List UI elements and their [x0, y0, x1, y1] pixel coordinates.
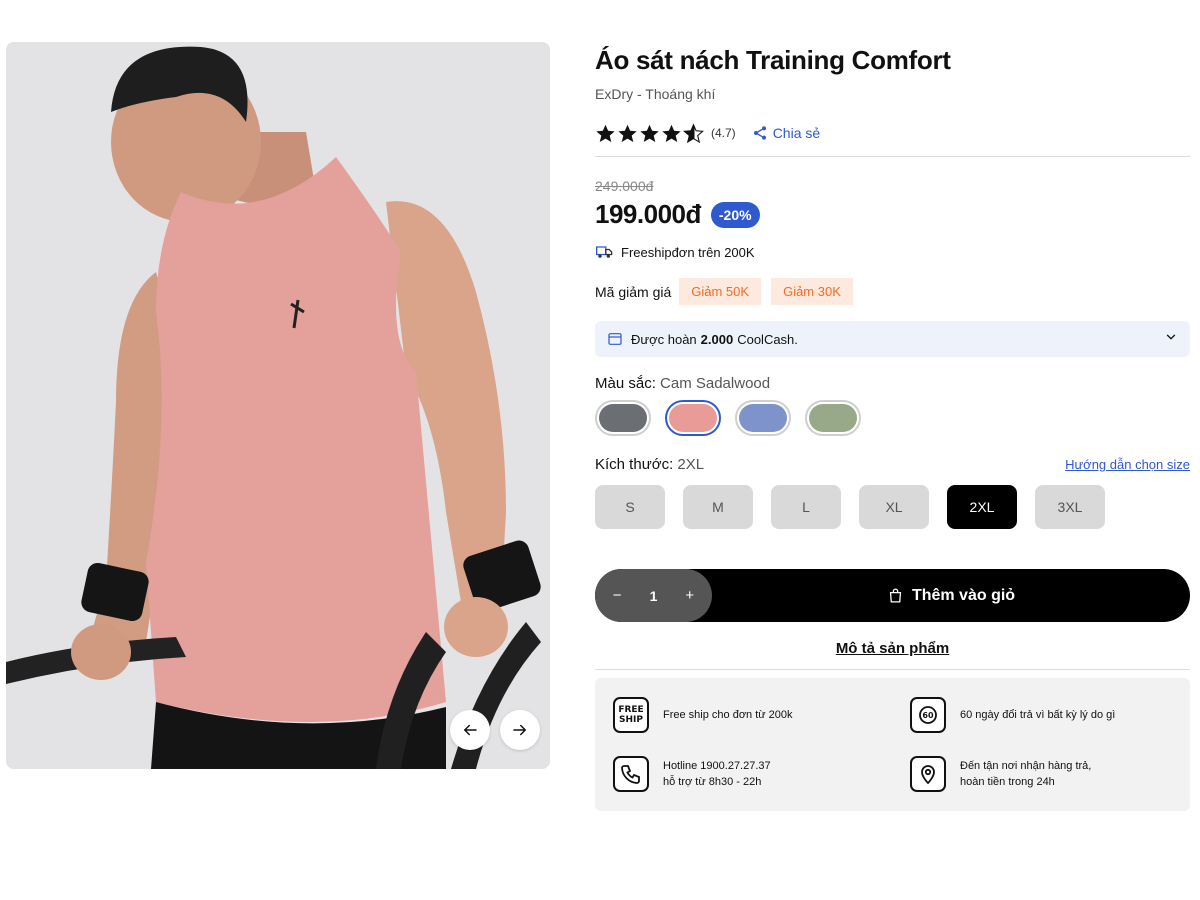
- rating-value: (4.7): [711, 126, 736, 140]
- color-selected: Cam Sadalwood: [660, 375, 771, 392]
- policy-item: Hotline 1900.27.27.37 hỗ trợ từ 8h30 - 2…: [613, 752, 910, 798]
- size-option[interactable]: 2XL: [947, 485, 1017, 529]
- size-option[interactable]: S: [595, 485, 665, 529]
- product-photo: [6, 42, 550, 769]
- size-guide-link[interactable]: Hướng dẫn chọn size: [1065, 457, 1190, 472]
- gallery-prev-button[interactable]: [450, 710, 490, 750]
- coolcash-banner[interactable]: Được hoàn 2.000 CoolCash.: [595, 321, 1190, 357]
- coolcash-amount: 2.000: [700, 331, 734, 347]
- product-info: Áo sát nách Training Comfort ExDry - Tho…: [595, 40, 1190, 811]
- price-row: 199.000đ -20%: [595, 199, 1190, 230]
- policy-text: Đến tận nơi nhận hàng trả, hoàn tiền tro…: [960, 758, 1091, 790]
- swatch-fill: [599, 404, 647, 432]
- rating-row: (4.7) Chia sẻ: [595, 118, 1190, 148]
- star-icon: [596, 124, 615, 142]
- voucher-label: Mã giảm giá: [595, 283, 672, 300]
- policy-line: 60 ngày đổi trả vì bất kỳ lý do gì: [960, 708, 1116, 721]
- swatch-fill: [739, 404, 787, 432]
- color-swatches: [595, 400, 1190, 436]
- star-icon: [618, 124, 637, 142]
- voucher-row: Mã giảm giá Giảm 50K Giảm 30K: [595, 278, 1190, 305]
- quantity-increase-button[interactable]: +: [678, 587, 702, 604]
- current-price: 199.000đ: [595, 199, 701, 229]
- policy-item: 60 60 ngày đổi trả vì bất kỳ lý do gì: [910, 692, 1172, 738]
- freeship-text: Freeshipđơn trên 200K: [621, 244, 755, 260]
- swatch-fill: [669, 404, 717, 432]
- color-swatch[interactable]: [805, 400, 861, 436]
- wallet-icon: [608, 333, 622, 345]
- arrow-right-icon: [513, 724, 526, 736]
- color-swatch[interactable]: [735, 400, 791, 436]
- coolcash-prefix: Được hoàn: [631, 331, 697, 347]
- quantity-stepper: − 1 +: [595, 569, 712, 622]
- color-label: Màu sắc:: [595, 375, 656, 392]
- add-to-cart-label: Thêm vào giỏ: [911, 586, 1016, 604]
- divider: [595, 156, 1190, 157]
- size-label: Kích thước:: [595, 456, 674, 473]
- color-swatch[interactable]: [665, 400, 721, 436]
- policy-line: hỗ trợ từ 8h30 - 22h: [663, 776, 762, 789]
- size-selected: 2XL: [677, 456, 705, 473]
- policy-item: Đến tận nơi nhận hàng trả, hoàn tiền tro…: [910, 752, 1172, 798]
- star-icon: [640, 124, 659, 142]
- buy-row: − 1 + Thêm vào giỏ: [595, 569, 1190, 622]
- policy-box: FREE SHIP Free ship cho đơn từ 200k 60 6…: [595, 678, 1190, 811]
- policy-item: FREE SHIP Free ship cho đơn từ 200k: [613, 692, 910, 738]
- size-option[interactable]: M: [683, 485, 753, 529]
- share-icon: [753, 126, 766, 140]
- freeship-note: Freeshipđơn trên 200K: [595, 242, 1190, 262]
- coolcash-text: Được hoàn 2.000 CoolCash.: [607, 331, 798, 347]
- size-header: Kích thước: 2XL Hướng dẫn chọn size: [595, 456, 1190, 473]
- share-button[interactable]: Chia sẻ: [752, 125, 820, 141]
- discount-badge: -20%: [710, 201, 760, 228]
- add-to-cart-button[interactable]: Thêm vào giỏ: [712, 569, 1190, 622]
- rating-stars: [595, 122, 704, 144]
- product-subtitle: ExDry - Thoáng khí: [595, 86, 716, 102]
- size-option[interactable]: L: [771, 485, 841, 529]
- share-label: Chia sẻ: [772, 125, 821, 141]
- return-60-icon-text: 60: [922, 711, 934, 720]
- arrow-left-icon: [464, 724, 477, 736]
- policy-line: Free ship cho đơn từ 200k: [663, 708, 793, 721]
- policy-text: 60 ngày đổi trả vì bất kỳ lý do gì: [960, 707, 1115, 723]
- color-label-row: Màu sắc: Cam Sadalwood: [595, 375, 1190, 392]
- quantity-value[interactable]: 1: [650, 588, 658, 604]
- return-60-icon: 60: [910, 696, 946, 733]
- product-gallery: [6, 42, 550, 769]
- shopping-bag-icon: [889, 588, 902, 603]
- swatch-fill: [809, 404, 857, 432]
- free-ship-icon-text: FREE SHIP: [618, 704, 644, 725]
- product-title: Áo sát nách Training Comfort: [595, 45, 951, 75]
- size-options: S M L XL 2XL 3XL: [595, 485, 1190, 529]
- quantity-decrease-button[interactable]: −: [605, 587, 629, 604]
- star-half-icon: [683, 122, 704, 143]
- policy-text: Hotline 1900.27.27.37 hỗ trợ từ 8h30 - 2…: [663, 758, 771, 790]
- size-option[interactable]: XL: [859, 485, 929, 529]
- free-ship-icon: FREE SHIP: [613, 696, 649, 733]
- chevron-down-icon: [1164, 330, 1178, 349]
- policy-line: Đến tận nơi nhận hàng trả,: [960, 760, 1092, 773]
- voucher-tag[interactable]: Giảm 50K: [679, 278, 762, 305]
- delivery-truck-icon: [596, 246, 613, 258]
- gallery-next-button[interactable]: [500, 710, 540, 750]
- policy-line: hoàn tiền trong 24h: [960, 776, 1055, 789]
- location-icon: [910, 756, 946, 793]
- divider: [595, 669, 1190, 670]
- size-option[interactable]: 3XL: [1035, 485, 1105, 529]
- old-price: 249.000đ: [595, 178, 654, 194]
- phone-icon: [613, 756, 649, 793]
- color-swatch[interactable]: [595, 400, 651, 436]
- product-description-link[interactable]: Mô tả sản phẩm: [595, 640, 1190, 657]
- policy-line: Hotline 1900.27.27.37: [663, 760, 771, 773]
- voucher-tag[interactable]: Giảm 30K: [771, 278, 853, 305]
- star-icon: [662, 124, 681, 142]
- coolcash-suffix: CoolCash.: [737, 331, 798, 347]
- size-label-row: Kích thước: 2XL: [595, 456, 704, 473]
- policy-text: Free ship cho đơn từ 200k: [663, 707, 793, 723]
